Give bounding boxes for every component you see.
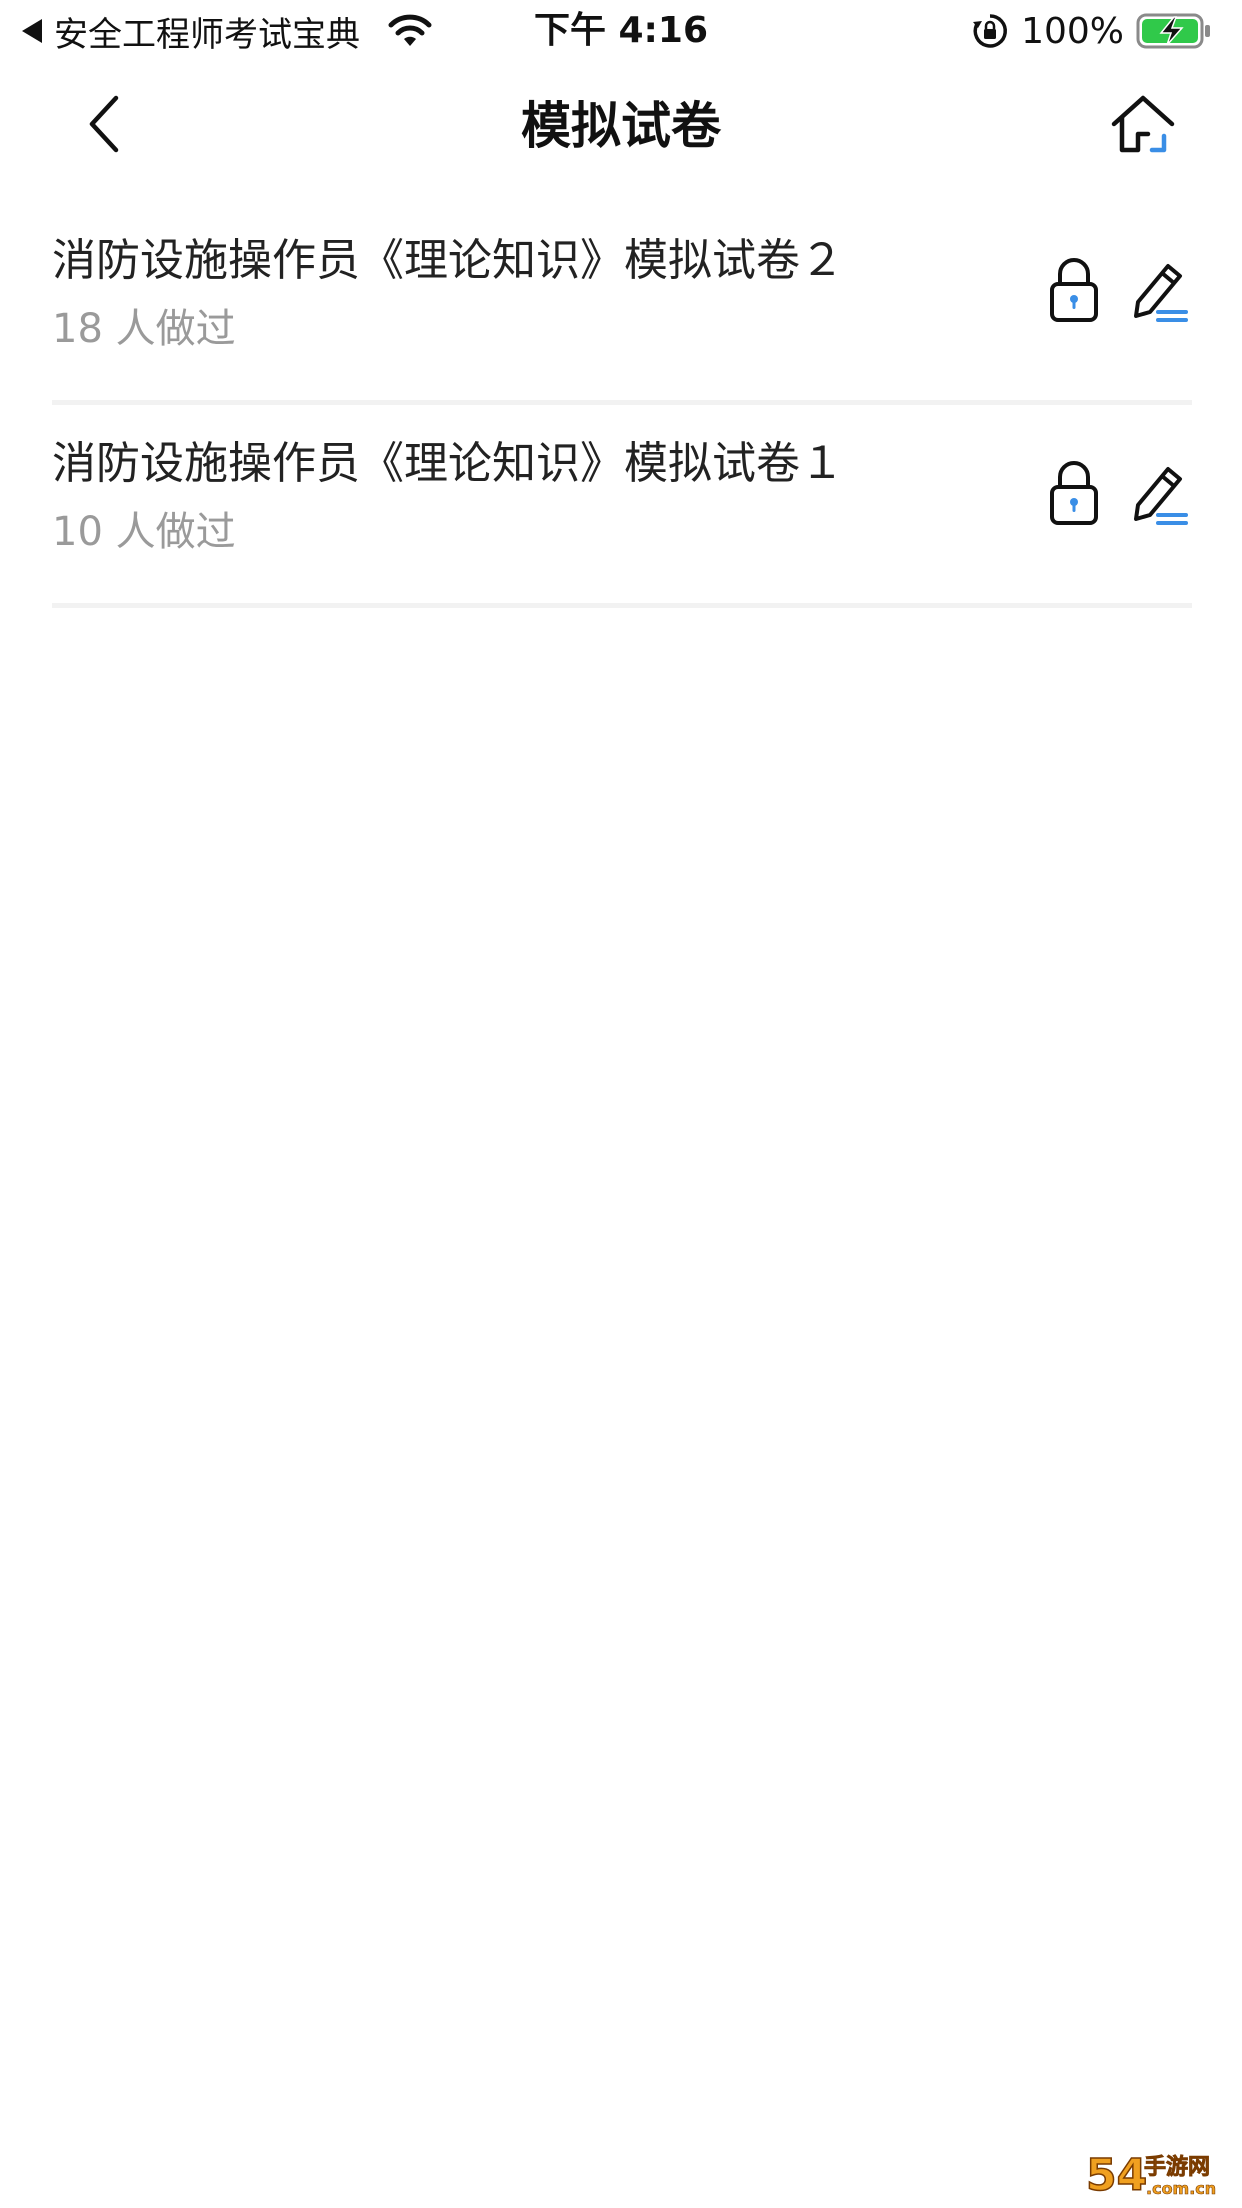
page-title: 模拟试卷: [521, 97, 721, 155]
exam-list: 消防设施操作员《理论知识》模拟试卷２ 18 人做过 消防设施操作员《理论知识》模…: [52, 210, 1192, 616]
rotation-lock-icon: [973, 14, 1008, 48]
svg-text:手游网: 手游网: [1144, 2154, 1210, 2180]
nav-bar: 模拟试卷: [0, 66, 1242, 186]
list-item[interactable]: 消防设施操作员《理论知识》模拟试卷１ 10 人做过: [52, 413, 1192, 608]
exam-title: 消防设施操作员《理论知识》模拟试卷２: [52, 235, 844, 286]
edit-icon[interactable]: [1128, 461, 1190, 527]
lock-icon: [1050, 258, 1098, 322]
battery-charging-icon: [1136, 13, 1210, 49]
status-right: 100%: [971, 8, 1212, 54]
exam-count: 10 人做过: [52, 509, 236, 555]
home-icon[interactable]: [1108, 92, 1178, 160]
svg-text:.com.cn: .com.cn: [1146, 2179, 1216, 2198]
svg-text:54: 54: [1086, 2150, 1147, 2201]
exam-title: 消防设施操作员《理论知识》模拟试卷１: [52, 438, 844, 489]
battery-percent: 100%: [1021, 10, 1124, 52]
watermark-logo: 54 手游网 .com.cn: [1085, 2149, 1216, 2202]
edit-icon[interactable]: [1128, 258, 1190, 324]
lock-icon: [1050, 461, 1098, 525]
exam-count: 18 人做过: [52, 306, 236, 352]
status-bar: 安全工程师考试宝典 下午 4:16 100%: [0, 0, 1242, 60]
list-item[interactable]: 消防设施操作员《理论知识》模拟试卷２ 18 人做过: [52, 210, 1192, 405]
